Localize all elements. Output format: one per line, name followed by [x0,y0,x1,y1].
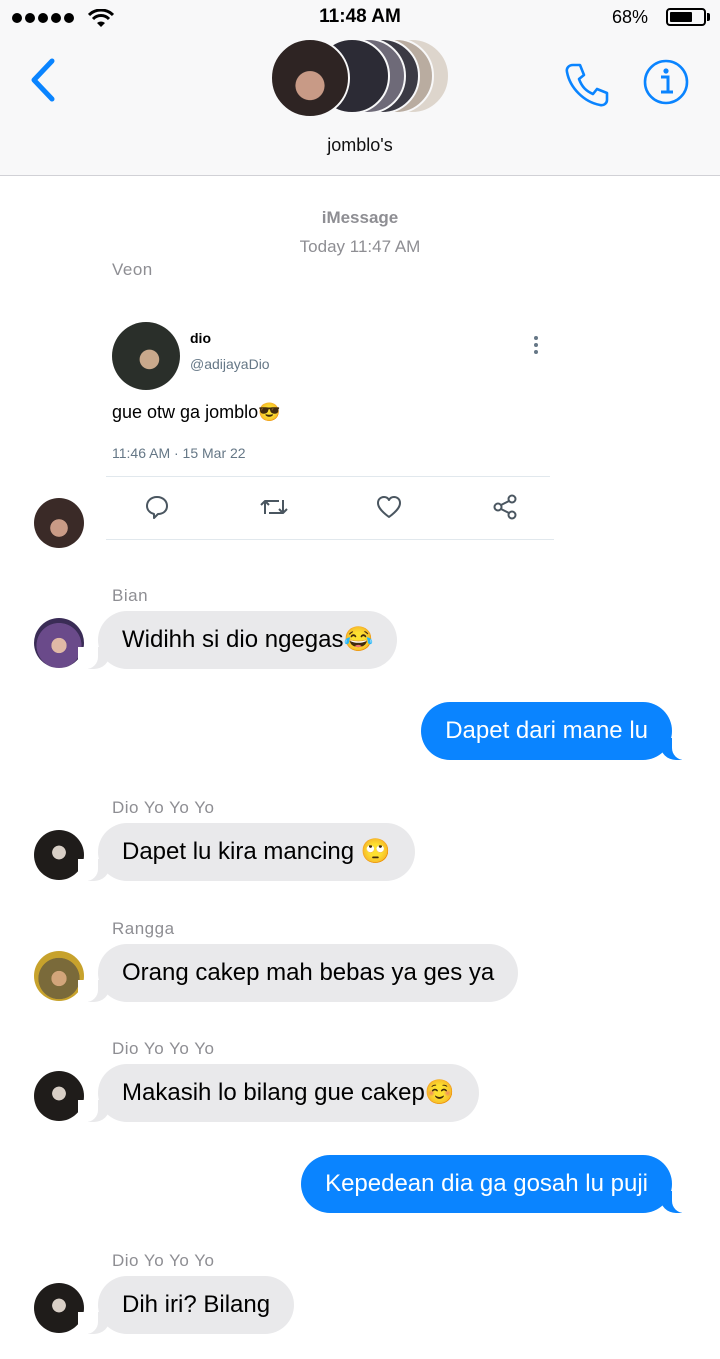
group-avatar-stack[interactable] [270,38,460,118]
message-bubble-incoming[interactable]: Dapet lu kira mancing 🙄 [78,823,415,881]
group-name[interactable]: jomblo's [0,135,720,156]
battery-icon [666,8,706,26]
tweet-author-handle: @adijayaDio [190,356,270,372]
avatar [34,951,84,1001]
avatar [34,1283,84,1333]
message-text: Makasih lo bilang gue cakep☺️ [122,1079,455,1106]
tweet-avatar [112,322,180,390]
message-text: Widihh si dio ngegas😂 [122,626,374,653]
message-bubble-outgoing[interactable]: Kepedean dia ga gosah lu puji [301,1155,692,1213]
message-bubble-incoming[interactable]: Orang cakep mah bebas ya ges ya [78,944,519,1002]
sender-name: Dio Yo Yo Yo [112,1039,215,1058]
bubble-tail [78,980,110,1002]
service-label: iMessage [321,208,399,227]
tweet-card[interactable]: dio @adijayaDio gue otw ga jomblo😎 11:46… [106,305,554,541]
tweet-author-name: dio [190,330,211,346]
avatar [34,498,84,548]
more-options-icon[interactable] [534,336,538,357]
bubble-tail [78,859,110,881]
retweet-icon[interactable] [259,494,289,520]
message-bubble-incoming[interactable]: Makasih lo bilang gue cakep☺️ [78,1064,479,1122]
member-avatar [270,38,350,118]
share-icon[interactable] [492,494,518,520]
avatar [34,830,84,880]
tweet-text: gue otw ga jomblo😎 [112,402,281,422]
sender-name: Dio Yo Yo Yo [112,1251,215,1270]
message-text: Dih iri? Bilang [122,1291,271,1318]
divider [106,539,554,540]
avatar [34,618,84,668]
bubble-tail [78,647,110,669]
info-icon[interactable] [642,58,690,106]
sender-name: Dio Yo Yo Yo [112,798,215,817]
message-bubble-outgoing[interactable]: Dapet dari mane lu [421,702,692,760]
bubble-tail [660,1191,692,1213]
phone-icon[interactable] [562,60,612,110]
message-text: Orang cakep mah bebas ya ges ya [122,959,495,986]
battery-tip [707,13,710,21]
chevron-left-icon[interactable] [28,58,58,102]
message-text: Dapet lu kira mancing 🙄 [122,838,391,865]
battery-percent: 68% [611,7,648,27]
message-bubble-incoming[interactable]: Dih iri? Bilang [78,1276,295,1334]
avatar [34,1071,84,1121]
sender-name: Bian [112,586,149,605]
sender-name: Rangga [112,919,175,938]
message-text: Kepedean dia ga gosah lu puji [325,1170,648,1197]
bubble-tail [78,1312,110,1334]
message-bubble-incoming[interactable]: Widihh si dio ngegas😂 [78,611,398,669]
bubble-tail [660,738,692,760]
sender-name: Veon [112,260,153,279]
like-icon[interactable] [376,494,402,520]
bubble-tail [78,1100,110,1122]
tweet-time: 11:46 AM · 15 Mar 22 [112,445,246,461]
timestamp: Today 11:47 AM [299,237,421,256]
reply-icon[interactable] [144,494,170,520]
message-text: Dapet dari mane lu [445,717,648,744]
divider [106,476,550,477]
